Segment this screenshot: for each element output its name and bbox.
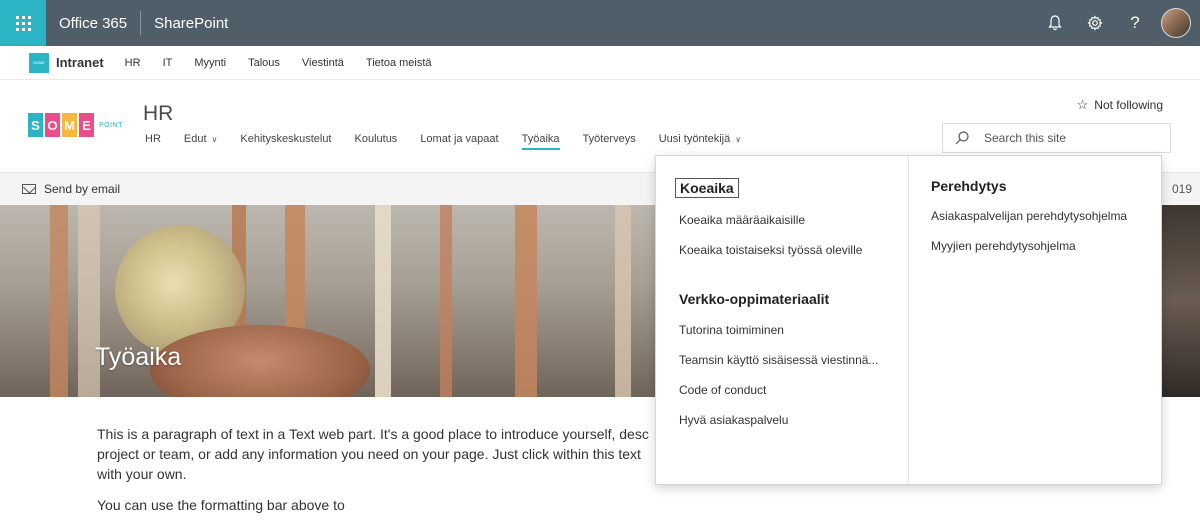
nav-label: Kehityskeskustelut bbox=[240, 133, 332, 145]
site-logo[interactable]: S O M E POINT bbox=[28, 110, 128, 140]
send-by-email-button[interactable]: Send by email bbox=[22, 182, 120, 196]
hub-link-talous[interactable]: Talous bbox=[248, 57, 280, 69]
hub-link-myynti[interactable]: Myynti bbox=[194, 57, 226, 69]
help-button[interactable]: ? bbox=[1115, 0, 1155, 46]
paragraph-1: This is a paragraph of text in a Text we… bbox=[97, 426, 649, 482]
menu-link-myyjien-perehdytysohjelma[interactable]: Myyjien perehdytysohjelma bbox=[931, 236, 1161, 266]
nav-label: Uusi työntekijä bbox=[658, 133, 731, 145]
menu-heading-perehdytys[interactable]: Perehdytys bbox=[931, 178, 1161, 194]
nav-item-kehityskeskustelut[interactable]: Kehityskeskustelut bbox=[240, 133, 331, 145]
nav-item-koulutus[interactable]: Koulutus bbox=[355, 133, 398, 145]
nav-item-uusi-tyontekija[interactable]: Uusi työntekijä ∨ bbox=[659, 133, 741, 145]
nav-item-tyoaika[interactable]: Työaika bbox=[521, 133, 560, 150]
window-frame-decoration bbox=[615, 205, 631, 397]
hub-navigation: SOME Intranet HR IT Myynti Talous Viesti… bbox=[0, 46, 1200, 80]
mega-menu-column-right: Perehdytys Asiakaspalvelijan perehdytyso… bbox=[909, 156, 1161, 484]
chevron-down-icon: ∨ bbox=[211, 135, 218, 144]
menu-heading-verkko-oppimateriaalit[interactable]: Verkko-oppimateriaalit bbox=[679, 291, 908, 307]
mega-menu-column-left: Koeaika Koeaika määräaikaisille Koeaika … bbox=[656, 156, 909, 484]
hub-title[interactable]: Intranet bbox=[56, 55, 104, 70]
published-date: 019 bbox=[1171, 182, 1192, 196]
site-title[interactable]: HR bbox=[143, 102, 173, 126]
logo-letter-m: M bbox=[62, 113, 77, 137]
hub-link-it[interactable]: IT bbox=[163, 57, 173, 69]
bell-icon bbox=[1048, 15, 1062, 31]
suite-bar-actions: ? bbox=[1035, 0, 1200, 46]
office365-title[interactable]: Office 365 bbox=[59, 15, 127, 32]
follow-label: Not following bbox=[1094, 98, 1163, 112]
search-input[interactable] bbox=[984, 131, 1164, 145]
notifications-button[interactable] bbox=[1035, 0, 1075, 46]
menu-link-code-of-conduct[interactable]: Code of conduct bbox=[679, 380, 908, 410]
mail-icon bbox=[22, 184, 36, 194]
nav-label: Lomat ja vapaat bbox=[420, 133, 499, 145]
nav-label: Työaika bbox=[521, 133, 560, 145]
window-frame-decoration bbox=[50, 205, 68, 397]
logo-letter-o: O bbox=[45, 113, 60, 137]
suite-divider bbox=[140, 11, 142, 35]
menu-heading-koeaika[interactable]: Koeaika bbox=[675, 178, 739, 198]
app-launcher-button[interactable] bbox=[0, 0, 46, 46]
hub-logo[interactable]: SOME bbox=[29, 52, 49, 73]
logo-point-text: POINT bbox=[99, 121, 123, 129]
follow-button[interactable]: ☆ Not following bbox=[1077, 97, 1163, 113]
paragraph-2: You can use the formatting bar above to bbox=[97, 497, 345, 513]
site-navigation: HR Edut ∨ Kehityskeskustelut Koulutus Lom… bbox=[145, 133, 764, 150]
sharepoint-app-title[interactable]: SharePoint bbox=[154, 15, 228, 32]
nav-item-lomat-ja-vapaat[interactable]: Lomat ja vapaat bbox=[420, 133, 498, 145]
menu-group-verkko-oppimateriaalit: Verkko-oppimateriaalit Tutorina toimimin… bbox=[656, 291, 908, 440]
nav-item-tyoterveys[interactable]: Työterveys bbox=[583, 133, 636, 145]
logo-letter-e: E bbox=[79, 113, 94, 137]
nav-label: Edut bbox=[183, 133, 207, 145]
banner-edge-decoration bbox=[1160, 205, 1200, 397]
avatar[interactable] bbox=[1161, 8, 1191, 38]
window-frame-decoration bbox=[375, 205, 391, 397]
help-icon: ? bbox=[1130, 13, 1140, 32]
chevron-down-icon: ∨ bbox=[735, 135, 742, 144]
waffle-icon bbox=[15, 15, 31, 31]
gear-icon bbox=[1087, 15, 1103, 31]
nav-item-hr[interactable]: HR bbox=[145, 133, 161, 145]
menu-link-asiakaspalvelijan-perehdytysohjelma[interactable]: Asiakaspalvelijan perehdytysohjelma bbox=[931, 206, 1161, 236]
nav-label: Koulutus bbox=[354, 133, 398, 145]
menu-link-hyva-asiakaspalvelu[interactable]: Hyvä asiakaspalvelu bbox=[679, 410, 908, 440]
sharepoint-page: Office 365 SharePoint ? SOME Intranet HR… bbox=[0, 0, 1200, 520]
nav-item-edut[interactable]: Edut ∨ bbox=[184, 133, 218, 145]
text-web-part[interactable]: This is a paragraph of text in a Text we… bbox=[97, 424, 657, 520]
logo-letter-s: S bbox=[28, 113, 43, 137]
page-title: Työaika bbox=[95, 343, 182, 371]
hub-link-hr[interactable]: HR bbox=[125, 57, 141, 69]
nav-label: Työterveys bbox=[582, 133, 636, 145]
hub-link-viestinta[interactable]: Viestintä bbox=[302, 57, 344, 69]
settings-button[interactable] bbox=[1075, 0, 1115, 46]
send-by-email-label: Send by email bbox=[44, 182, 121, 196]
search-box[interactable] bbox=[942, 123, 1171, 153]
menu-link-koeaika-toistaiseksi[interactable]: Koeaika toistaiseksi työssä oleville bbox=[679, 240, 908, 270]
menu-link-koeaika-maaraaikaisille[interactable]: Koeaika määräaikaisille bbox=[679, 210, 908, 240]
hub-logo-text: SOME bbox=[33, 60, 45, 65]
window-frame-decoration bbox=[440, 205, 452, 397]
hub-link-tietoa-meista[interactable]: Tietoa meistä bbox=[366, 57, 432, 69]
menu-link-teamsin-kaytto[interactable]: Teamsin käyttö sisäisessä viestinnä... bbox=[679, 350, 908, 380]
search-icon bbox=[955, 131, 969, 145]
suite-bar: Office 365 SharePoint ? bbox=[0, 0, 1200, 46]
window-frame-decoration bbox=[515, 205, 537, 397]
star-icon: ☆ bbox=[1076, 97, 1089, 112]
menu-link-tutorina-toimiminen[interactable]: Tutorina toimiminen bbox=[679, 320, 908, 350]
nav-label: HR bbox=[145, 133, 161, 145]
mega-menu-dropdown: Koeaika Koeaika määräaikaisille Koeaika … bbox=[655, 155, 1162, 485]
